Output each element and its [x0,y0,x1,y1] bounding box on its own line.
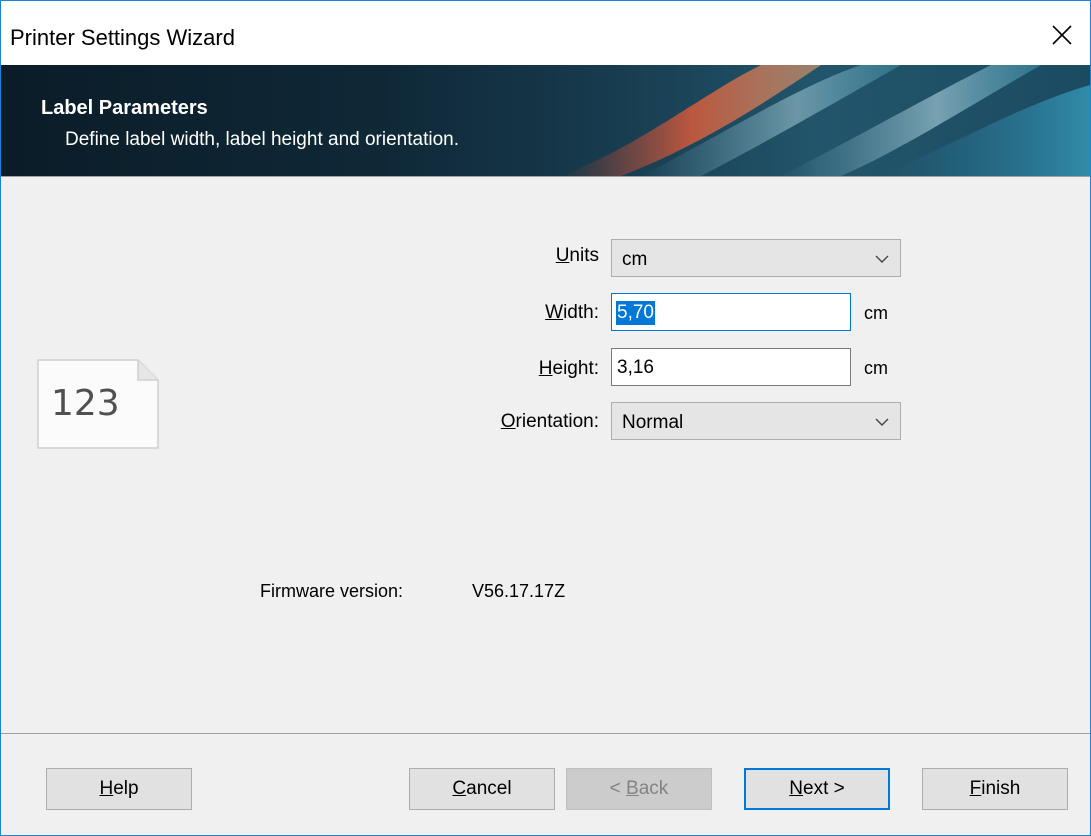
units-label-text: nits [569,245,599,266]
units-label: Units [419,245,599,267]
chevron-down-icon [875,418,889,426]
back-button[interactable]: < Back [566,768,712,810]
next-button[interactable]: Next > [744,768,890,810]
orientation-label-mnemonic: O [500,411,516,432]
back-button-prefix: < [609,778,627,799]
width-unit: cm [864,303,888,323]
firmware-version-label: Firmware version: [260,581,404,601]
label-icon-text: 123 [51,383,120,424]
units-label-mnemonic: U [555,245,570,266]
height-input[interactable]: 3,16 [611,348,851,386]
width-input-value: 5,70 [616,301,655,325]
header-divider [1,176,1090,177]
cancel-button-mnemonic: C [452,778,467,799]
footer-divider [1,733,1090,734]
title-bar[interactable]: Printer Settings Wizard [1,1,1090,65]
help-button-label: elp [113,778,139,799]
help-button-mnemonic: H [99,778,114,799]
units-dropdown[interactable]: cm [611,239,901,277]
orientation-label: Orientation: [419,411,599,433]
finish-button-label: inish [981,778,1021,799]
firmware-version-value: V56.17.17Z [472,581,566,601]
units-dropdown-value: cm [622,249,648,270]
orientation-label-text: rientation: [515,411,599,432]
height-label-text: eight: [552,358,599,379]
orientation-dropdown[interactable]: Normal [611,402,901,440]
chevron-down-icon [875,255,889,263]
back-button-mnemonic: B [626,778,639,799]
height-label-mnemonic: H [538,358,553,379]
height-unit: cm [864,358,888,378]
width-label-text: idth: [563,302,599,323]
window-title: Printer Settings Wizard [10,25,235,50]
finish-button[interactable]: Finish [922,768,1068,810]
width-label-mnemonic: W [545,302,564,323]
width-input[interactable]: 5,70 [611,293,851,331]
banner-subtitle: Define label width, label height and ori… [65,129,459,150]
back-button-label: ack [638,778,669,799]
orientation-dropdown-value: Normal [622,412,684,433]
finish-button-mnemonic: F [969,778,982,799]
close-icon [1052,25,1072,45]
help-button[interactable]: Help [46,768,192,810]
banner-swoosh-graphic [561,65,1090,176]
cancel-button-label: ancel [466,778,512,799]
close-button[interactable] [1034,13,1090,57]
printer-settings-wizard-window: Printer Settings Wizard Label Parameters… [0,0,1091,836]
height-input-value: 3,16 [617,357,654,378]
height-label: Height: [419,358,599,380]
header-banner: Label Parameters Define label width, lab… [1,65,1090,176]
next-button-mnemonic: N [789,778,803,799]
banner-title: Label Parameters [41,97,208,119]
width-label: Width: [419,302,599,324]
cancel-button[interactable]: Cancel [409,768,555,810]
next-button-label: ext > [803,778,845,799]
